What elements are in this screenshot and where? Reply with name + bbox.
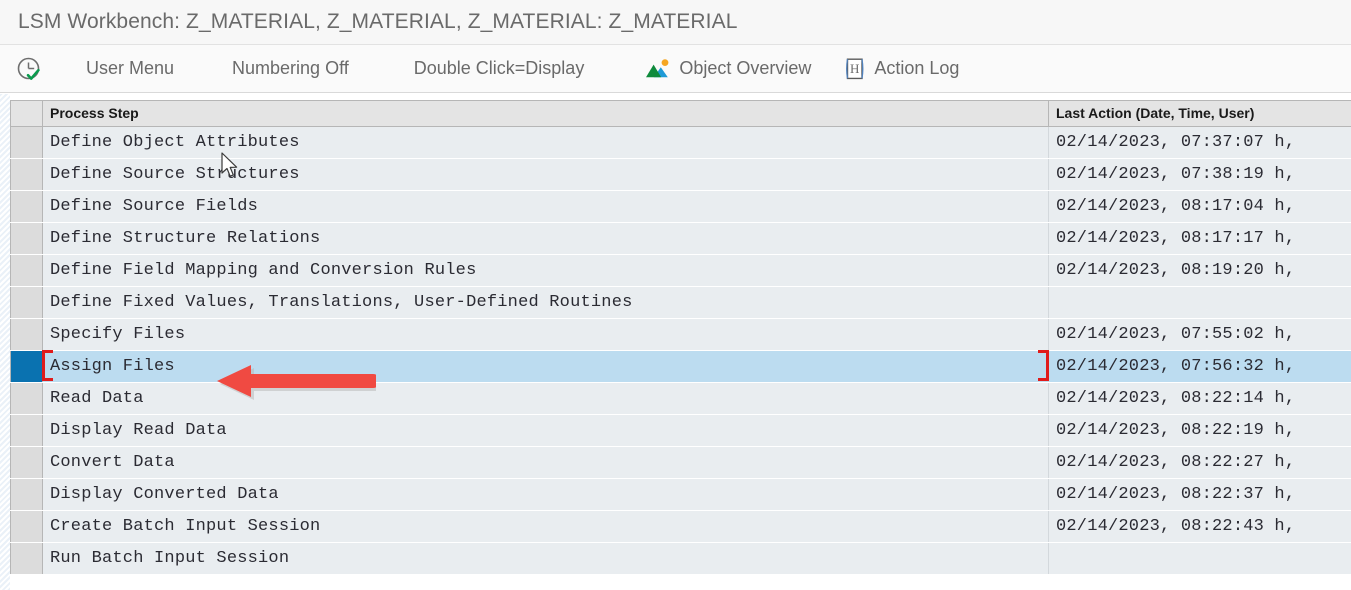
row-selector-cell[interactable] xyxy=(10,158,43,191)
cell-last-action[interactable]: 02/14/2023, 08:22:19 h, xyxy=(1048,414,1351,447)
cell-process-step[interactable]: Define Structure Relations xyxy=(42,222,1049,255)
row-selector-cell[interactable] xyxy=(10,190,43,223)
table-header: Process Step Last Action (Date, Time, Us… xyxy=(10,101,1351,127)
cell-process-step[interactable]: Display Read Data xyxy=(42,414,1049,447)
process-step-grid: Process Step Last Action (Date, Time, Us… xyxy=(10,100,1351,575)
toolbar-object-overview[interactable]: Object Overview xyxy=(646,45,811,92)
cell-last-action[interactable] xyxy=(1048,542,1351,575)
table-row[interactable]: Define Field Mapping and Conversion Rule… xyxy=(10,254,1351,287)
toolbar-user-menu[interactable]: User Menu xyxy=(86,45,174,92)
row-selector-cell[interactable] xyxy=(10,542,43,575)
table-row[interactable]: Display Read Data 02/14/2023, 08:22:19 h, xyxy=(10,414,1351,447)
cell-process-step[interactable]: Define Source Fields xyxy=(42,190,1049,223)
cell-process-step[interactable]: Display Converted Data xyxy=(42,478,1049,511)
column-header-last-action[interactable]: Last Action (Date, Time, User) xyxy=(1048,101,1351,127)
cell-process-step[interactable]: Specify Files xyxy=(42,318,1049,351)
cell-last-action[interactable]: 02/14/2023, 08:19:20 h, xyxy=(1048,254,1351,287)
cell-last-action[interactable]: 02/14/2023, 07:37:07 h, xyxy=(1048,126,1351,159)
svg-text:H: H xyxy=(850,61,859,76)
image-mountains-icon xyxy=(646,57,672,81)
table-row[interactable]: Display Converted Data 02/14/2023, 08:22:… xyxy=(10,478,1351,511)
table-row[interactable]: Define Source Fields 02/14/2023, 08:17:04… xyxy=(10,190,1351,223)
cell-last-action[interactable]: 02/14/2023, 08:22:14 h, xyxy=(1048,382,1351,415)
table-row[interactable]: Specify Files 02/14/2023, 07:55:02 h, xyxy=(10,318,1351,351)
status-clock-button[interactable] xyxy=(16,45,49,92)
table-row[interactable]: Assign Files 02/14/2023, 07:56:32 h, xyxy=(10,350,1351,383)
table-row[interactable]: Define Fixed Values, Translations, User-… xyxy=(10,286,1351,319)
row-selector-cell[interactable] xyxy=(10,318,43,351)
row-selector-cell[interactable] xyxy=(10,286,43,319)
toolbar-object-overview-label: Object Overview xyxy=(679,58,812,78)
row-selector-cell[interactable] xyxy=(10,126,43,159)
row-selector-cell[interactable] xyxy=(10,222,43,255)
toolbar-numbering-off-label: Numbering Off xyxy=(232,58,349,78)
table-row[interactable]: Convert Data 02/14/2023, 08:22:27 h, xyxy=(10,446,1351,479)
cell-process-step[interactable]: Define Object Attributes xyxy=(42,126,1049,159)
cell-process-step[interactable]: Define Field Mapping and Conversion Rule… xyxy=(42,254,1049,287)
row-selector-cell[interactable] xyxy=(10,446,43,479)
cell-last-action[interactable]: 02/14/2023, 08:17:04 h, xyxy=(1048,190,1351,223)
row-selector-cell[interactable] xyxy=(10,478,43,511)
toolbar-double-click-display[interactable]: Double Click=Display xyxy=(414,45,585,92)
clock-check-icon xyxy=(16,56,42,82)
cell-last-action[interactable]: 02/14/2023, 08:22:37 h, xyxy=(1048,478,1351,511)
table-row[interactable]: Define Object Attributes 02/14/2023, 07:3… xyxy=(10,126,1351,159)
toolbar-action-log-label: Action Log xyxy=(874,58,960,78)
row-selector-cell[interactable] xyxy=(10,254,43,287)
table-header-row: Process Step Last Action (Date, Time, Us… xyxy=(10,101,1351,127)
cell-last-action[interactable]: 02/14/2023, 08:17:17 h, xyxy=(1048,222,1351,255)
toolbar-numbering-off[interactable]: Numbering Off xyxy=(232,45,349,92)
toolbar-action-log[interactable]: H Action Log xyxy=(843,45,959,92)
toolbar: User Menu Numbering Off Double Click=Dis… xyxy=(0,45,1351,93)
table-row[interactable]: Run Batch Input Session xyxy=(10,542,1351,575)
cell-last-action[interactable]: 02/14/2023, 08:22:27 h, xyxy=(1048,446,1351,479)
column-header-process-step[interactable]: Process Step xyxy=(42,101,1049,127)
cell-process-step[interactable]: Read Data xyxy=(42,382,1049,415)
window-title-bar: LSM Workbench: Z_MATERIAL, Z_MATERIAL, Z… xyxy=(0,0,1351,45)
column-header-selector[interactable] xyxy=(10,101,43,127)
cell-process-step[interactable]: Create Batch Input Session xyxy=(42,510,1049,543)
table-row[interactable]: Read Data 02/14/2023, 08:22:14 h, xyxy=(10,382,1351,415)
row-selector-cell[interactable] xyxy=(10,510,43,543)
page-title: LSM Workbench: Z_MATERIAL, Z_MATERIAL, Z… xyxy=(18,10,738,33)
row-selector-cell[interactable] xyxy=(10,382,43,415)
process-step-grid-container: Process Step Last Action (Date, Time, Us… xyxy=(0,94,1351,590)
table-body: Define Object Attributes 02/14/2023, 07:3… xyxy=(10,126,1351,575)
cell-last-action[interactable]: 02/14/2023, 07:38:19 h, xyxy=(1048,158,1351,191)
table-row[interactable]: Define Source Structures 02/14/2023, 07:3… xyxy=(10,158,1351,191)
row-selector-cell[interactable] xyxy=(10,414,43,447)
process-step-table: Process Step Last Action (Date, Time, Us… xyxy=(10,101,1351,575)
row-selector-cell[interactable] xyxy=(10,350,43,383)
cell-process-step[interactable]: Convert Data xyxy=(42,446,1049,479)
cell-last-action[interactable] xyxy=(1048,286,1351,319)
toolbar-double-click-display-label: Double Click=Display xyxy=(413,58,585,78)
toolbar-user-menu-label: User Menu xyxy=(86,58,175,78)
cell-process-step[interactable]: Define Source Structures xyxy=(42,158,1049,191)
document-h-icon: H xyxy=(843,56,867,82)
cell-process-step[interactable]: Assign Files xyxy=(42,350,1049,383)
grid-left-gutter xyxy=(0,94,10,590)
cell-last-action[interactable]: 02/14/2023, 07:55:02 h, xyxy=(1048,318,1351,351)
table-row[interactable]: Create Batch Input Session 02/14/2023, 08… xyxy=(10,510,1351,543)
cell-process-step[interactable]: Run Batch Input Session xyxy=(42,542,1049,575)
cell-last-action[interactable]: 02/14/2023, 08:22:43 h, xyxy=(1048,510,1351,543)
cell-last-action[interactable]: 02/14/2023, 07:56:32 h, xyxy=(1048,350,1351,383)
cell-process-step[interactable]: Define Fixed Values, Translations, User-… xyxy=(42,286,1049,319)
table-row[interactable]: Define Structure Relations 02/14/2023, 08… xyxy=(10,222,1351,255)
